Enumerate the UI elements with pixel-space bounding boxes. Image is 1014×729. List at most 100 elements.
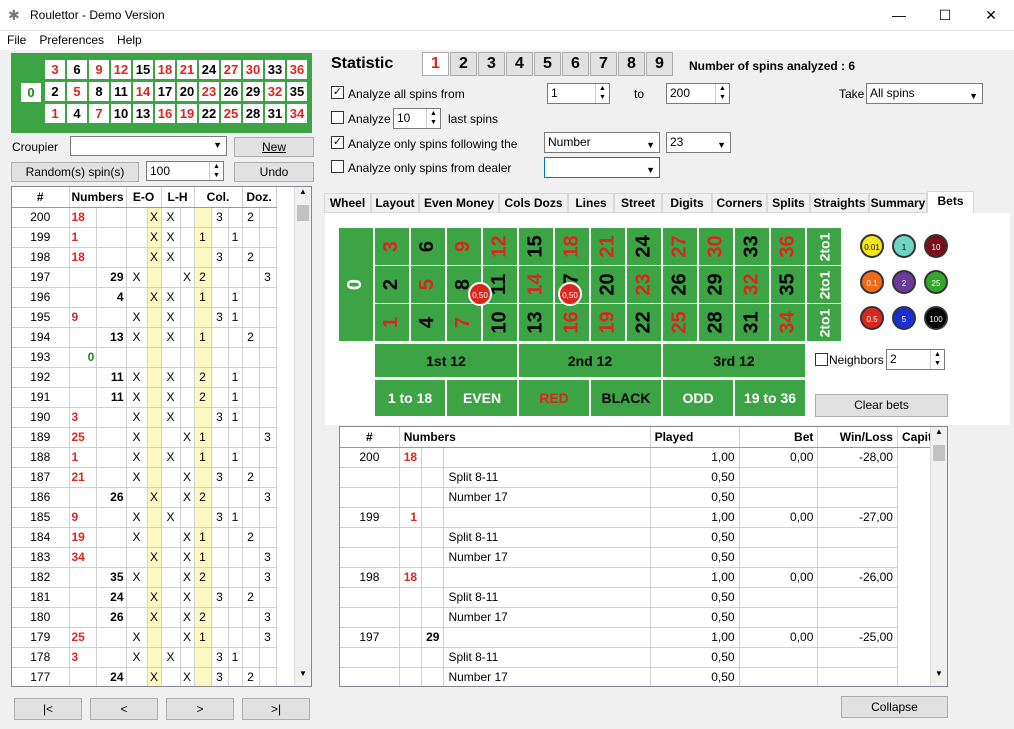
table-row[interactable]: Split 8-11 0,50	[340, 467, 947, 488]
tab-cols-dozs[interactable]: Cols Dozs	[499, 193, 568, 213]
spinner-icon[interactable]: ▲ ▼	[930, 350, 944, 369]
number-cell[interactable]: 29	[698, 265, 734, 304]
outside-bet-cell[interactable]: RED	[518, 379, 590, 417]
history-col-header[interactable]: Doz.	[242, 187, 277, 208]
tab-street[interactable]: Street	[614, 193, 662, 213]
table-row[interactable]: 186 26 X X 2 3	[12, 487, 277, 508]
menu-help[interactable]: Help	[110, 31, 148, 47]
history-scrollbar[interactable]: ▲ ▼	[294, 187, 311, 686]
history-col-header[interactable]: Numbers	[69, 187, 127, 208]
spinner-icon[interactable]: ▲ ▼	[209, 162, 223, 180]
table-row[interactable]: Split 8-11 0,50	[340, 647, 947, 668]
outside-bet-cell[interactable]: ODD	[662, 379, 734, 417]
history-col-header[interactable]: E-O	[126, 187, 162, 208]
last-n-input[interactable]: 10 ▲ ▼	[393, 108, 441, 129]
number-cell[interactable]: 30	[698, 227, 734, 266]
table-row[interactable]: 198 18 1,00 0,00 -26,00	[340, 567, 947, 588]
number-cell[interactable]: 23	[626, 265, 662, 304]
bets-col-header[interactable]: Win/Loss	[817, 427, 898, 448]
chip-100[interactable]: 100	[924, 306, 948, 330]
number-cell[interactable]: 18	[554, 227, 590, 266]
table-row[interactable]: 199 1 X X 1 1	[12, 227, 277, 248]
number-cell[interactable]: 12	[482, 227, 518, 266]
number-cell[interactable]: 33	[734, 227, 770, 266]
table-row[interactable]: 196 4 X X 1 1	[12, 287, 277, 308]
table-row[interactable]: 191 11 X X 2 1	[12, 387, 277, 408]
chip-10[interactable]: 10	[924, 234, 948, 258]
table-row[interactable]: 199 1 1,00 0,00 -27,00	[340, 507, 947, 528]
table-row[interactable]: Split 8-11 0,50	[340, 527, 947, 548]
croupier-select[interactable]: ▼	[70, 136, 227, 156]
stat-button-1[interactable]: 1	[422, 52, 449, 76]
table-row[interactable]: 193 0	[12, 347, 277, 368]
spinner-icon[interactable]: ▲ ▼	[595, 84, 609, 103]
tab-corners[interactable]: Corners	[712, 193, 767, 213]
clear-bets-button[interactable]: Clear bets	[815, 394, 948, 417]
next-button[interactable]: >	[166, 698, 234, 720]
tab-bets[interactable]: Bets	[927, 191, 974, 213]
random-count-input[interactable]: 100 ▲ ▼	[146, 161, 224, 181]
table-row[interactable]: 184 19 X X 1 2	[12, 527, 277, 548]
table-row[interactable]: 190 3 X X 3 1	[12, 407, 277, 428]
table-row[interactable]: Number 17 0,50	[340, 487, 947, 508]
table-row[interactable]: Split 8-11 0,50	[340, 587, 947, 608]
neighbors-checkbox[interactable]	[815, 353, 828, 366]
dealer-select[interactable]: ▼	[544, 157, 660, 178]
menu-preferences[interactable]: Preferences	[32, 31, 110, 47]
bets-col-header[interactable]: #	[340, 427, 400, 448]
analyze-last-checkbox[interactable]	[331, 111, 344, 124]
outside-bet-cell[interactable]: 19 to 36	[734, 379, 806, 417]
tab-straights[interactable]: Straights	[810, 193, 869, 213]
number-cell[interactable]: 9	[446, 227, 482, 266]
table-row[interactable]: 194 13 X X 1 2	[12, 327, 277, 348]
spinner-icon[interactable]: ▲ ▼	[715, 84, 729, 103]
number-cell[interactable]: 13	[518, 303, 554, 342]
chip-5[interactable]: 5	[892, 306, 916, 330]
number-cell[interactable]: 26	[662, 265, 698, 304]
bets-col-header[interactable]: Played	[650, 427, 740, 448]
dozen-cell[interactable]: 3rd 12	[662, 343, 806, 378]
number-cell[interactable]: 1	[374, 303, 410, 342]
table-row[interactable]: Number 17 0,50	[340, 547, 947, 568]
number-cell[interactable]: 21	[590, 227, 626, 266]
table-row[interactable]: 178 3 X X 3 1	[12, 647, 277, 668]
neighbors-input[interactable]: 2 ▲ ▼	[886, 349, 945, 370]
collapse-button[interactable]: Collapse	[841, 696, 948, 718]
table-row[interactable]: 185 9 X X 3 1	[12, 507, 277, 528]
table-row[interactable]: 177 24 X X 3 2	[12, 667, 277, 686]
table-row[interactable]: 179 25 X X 1 3	[12, 627, 277, 648]
number-cell[interactable]: 24	[626, 227, 662, 266]
number-cell[interactable]: 28	[698, 303, 734, 342]
close-icon[interactable]: ✕	[968, 0, 1014, 31]
stat-button-6[interactable]: 6	[562, 52, 589, 76]
number-cell[interactable]: 36	[770, 227, 806, 266]
from-input[interactable]: 1 ▲ ▼	[547, 83, 610, 104]
undo-button[interactable]: Undo	[234, 162, 314, 182]
minimize-icon[interactable]: —	[876, 0, 922, 31]
dozen-cell[interactable]: 1st 12	[374, 343, 518, 378]
number-cell[interactable]: 15	[518, 227, 554, 266]
tab-wheel[interactable]: Wheel	[324, 193, 371, 213]
stat-button-5[interactable]: 5	[534, 52, 561, 76]
tab-lines[interactable]: Lines	[568, 193, 614, 213]
table-row[interactable]: 188 1 X X 1 1	[12, 447, 277, 468]
bets-scrollbar[interactable]: ▲ ▼	[930, 427, 947, 686]
number-cell[interactable]: 35	[770, 265, 806, 304]
number-cell[interactable]: 20	[590, 265, 626, 304]
number-cell[interactable]: 16	[554, 303, 590, 342]
new-button[interactable]: New	[234, 137, 314, 157]
number-cell[interactable]: 14	[518, 265, 554, 304]
to-input[interactable]: 200 ▲ ▼	[666, 83, 730, 104]
tab-digits[interactable]: Digits	[662, 193, 712, 213]
menu-file[interactable]: File	[0, 31, 32, 47]
placed-chip[interactable]: 0,50	[468, 282, 492, 306]
tab-summary[interactable]: Summary	[869, 193, 927, 213]
chip-2[interactable]: 2	[892, 270, 916, 294]
number-cell[interactable]: 4	[410, 303, 446, 342]
table-row[interactable]: 198 18 X X 3 2	[12, 247, 277, 268]
dozen-cell[interactable]: 2nd 12	[518, 343, 662, 378]
number-cell[interactable]: 2	[374, 265, 410, 304]
table-row[interactable]: 197 29 X X 2 3	[12, 267, 277, 288]
chip-0.1[interactable]: 0.1	[860, 270, 884, 294]
history-col-header[interactable]: Col.	[194, 187, 243, 208]
